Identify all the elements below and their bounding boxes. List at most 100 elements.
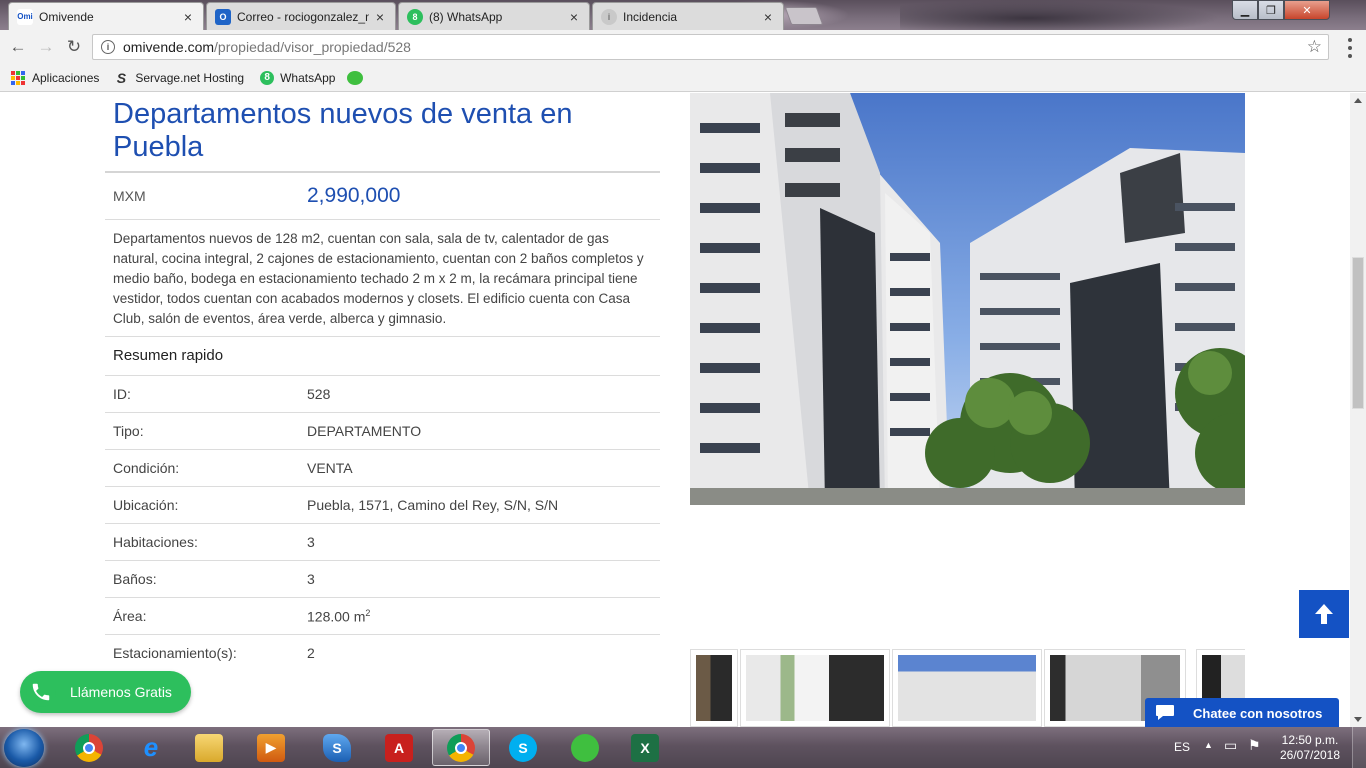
tab-incidencia[interactable]: i Incidencia × <box>592 2 784 30</box>
incidencia-favicon-icon: i <box>601 8 617 25</box>
summary-value: DEPARTAMENTO <box>307 423 422 439</box>
taskbar-media-player[interactable]: ▶ <box>244 729 298 766</box>
summary-label: ID: <box>113 386 131 402</box>
taskbar-internet-explorer[interactable]: e <box>124 729 178 766</box>
thumbnail-2[interactable] <box>740 649 890 727</box>
folder-icon <box>195 733 223 762</box>
internet-explorer-icon: e <box>143 732 159 762</box>
summary-row-estacionamiento: Estacionamiento(s): 2 <box>105 634 660 671</box>
whatsapp-favicon-icon: 8 <box>407 8 423 25</box>
action-center-flag-icon[interactable]: ⚑ <box>1248 737 1261 754</box>
address-bar[interactable]: i omivende.com/propiedad/visor_propiedad… <box>92 34 1329 60</box>
taskbar-chrome-active[interactable] <box>432 729 490 766</box>
bookmark-star-icon[interactable]: ☆ <box>1307 37 1322 57</box>
scroll-up-icon[interactable] <box>1354 98 1362 103</box>
tab-title: (8) WhatsApp <box>429 9 503 24</box>
clock[interactable]: 12:50 p.m. 26/07/2018 <box>1278 733 1342 763</box>
tab-omivende[interactable]: Omi Omivende × <box>8 2 204 30</box>
close-tab-icon[interactable]: × <box>181 9 195 25</box>
close-window-button[interactable]: ✕ <box>1284 0 1330 20</box>
taskbar-skype[interactable]: S <box>496 729 550 766</box>
taskbar-acrobat[interactable]: A <box>372 729 426 766</box>
show-hidden-icons-icon[interactable]: ▲ <box>1204 740 1213 750</box>
excel-icon: X <box>631 733 659 762</box>
taskbar-app-blue[interactable]: S <box>310 729 364 766</box>
clock-date: 26/07/2018 <box>1279 748 1341 762</box>
price-currency: MXM <box>113 188 146 204</box>
taskbar-file-explorer[interactable] <box>182 729 236 766</box>
summary-title: Resumen rapido <box>113 347 224 364</box>
page-content: Departamentos nuevos de venta en Puebla … <box>0 93 1350 727</box>
scroll-down-icon[interactable] <box>1354 717 1362 722</box>
close-tab-icon[interactable]: × <box>373 9 387 25</box>
browser-menu-icon[interactable] <box>1342 38 1358 58</box>
forward-arrow-icon[interactable]: → <box>35 36 57 58</box>
restore-window-button[interactable]: ❐ <box>1258 0 1284 20</box>
reload-icon[interactable]: ↻ <box>63 36 85 58</box>
summary-value: VENTA <box>307 460 353 476</box>
media-player-icon: ▶ <box>257 733 285 762</box>
browser-tab-strip: Omi Omivende × O Correo - rociogonzalez_… <box>0 0 1366 30</box>
tab-title: Omivende <box>39 9 94 24</box>
close-tab-icon[interactable]: × <box>567 9 581 25</box>
bookmark-label: Servage.net Hosting <box>135 70 245 85</box>
summary-value: 3 <box>307 534 315 550</box>
call-free-label: Llámenos Gratis <box>70 684 172 700</box>
omivende-favicon-icon: Omi <box>17 8 33 25</box>
summary-label: Condición: <box>113 460 180 476</box>
skype-icon: S <box>509 733 537 762</box>
summary-label: Baños: <box>113 571 157 587</box>
summary-label: Estacionamiento(s): <box>113 645 237 661</box>
browser-toolbar: ← → ↻ i omivende.com/propiedad/visor_pro… <box>0 30 1366 64</box>
thumbnail-3[interactable] <box>892 649 1042 727</box>
tab-whatsapp[interactable]: 8 (8) WhatsApp × <box>398 2 590 30</box>
bookmark-label: WhatsApp <box>280 70 336 85</box>
chrome-icon <box>75 733 103 762</box>
bookmark-servage[interactable]: S Servage.net Hosting <box>113 70 244 86</box>
property-main-photo[interactable] <box>690 93 1245 505</box>
summary-row-habitaciones: Habitaciones: 3 <box>105 523 660 560</box>
summary-value: 3 <box>307 571 315 587</box>
url-path: /propiedad/visor_propiedad/528 <box>214 39 411 55</box>
bookmark-wechat[interactable] <box>347 70 369 85</box>
area-unit-exponent: 2 <box>365 608 371 618</box>
chat-button[interactable]: Chatee con nosotros <box>1145 698 1339 727</box>
summary-label: Ubicación: <box>113 497 179 513</box>
bookmark-whatsapp[interactable]: 8 WhatsApp <box>260 70 336 85</box>
network-icon[interactable]: ▭ <box>1224 737 1237 754</box>
page-scrollbar[interactable] <box>1350 93 1366 727</box>
summary-value: 528 <box>307 386 331 402</box>
call-free-button[interactable]: Llámenos Gratis <box>20 671 191 713</box>
scroll-to-top-button[interactable] <box>1299 590 1349 638</box>
minimize-window-button[interactable]: ▁ <box>1232 0 1258 20</box>
summary-value: 2 <box>307 645 315 661</box>
taskbar-wechat[interactable] <box>558 729 612 766</box>
url-domain: omivende.com <box>123 39 215 55</box>
bookmarks-bar: Aplicaciones S Servage.net Hosting 8 Wha… <box>0 64 1366 92</box>
taskbar-excel[interactable]: X <box>618 729 672 766</box>
summary-row-id: ID: 528 <box>105 375 660 412</box>
summary-value: 128.00 m2 <box>307 608 370 625</box>
back-arrow-icon[interactable]: ← <box>7 36 29 58</box>
windows-start-button[interactable] <box>4 729 44 767</box>
thumbnail-1[interactable] <box>690 649 738 727</box>
show-desktop-button[interactable] <box>1352 727 1366 768</box>
bookmark-aplicaciones[interactable]: Aplicaciones <box>10 70 99 86</box>
clock-time: 12:50 p.m. <box>1281 733 1339 747</box>
wechat-icon <box>571 733 599 762</box>
tab-correo[interactable]: O Correo - rociogonzalez_n × <box>206 2 396 30</box>
property-description: Departamentos nuevos de 128 m2, cuentan … <box>113 231 644 326</box>
close-tab-icon[interactable]: × <box>761 9 775 25</box>
scrollbar-thumb[interactable] <box>1352 257 1364 409</box>
summary-row-tipo: Tipo: DEPARTAMENTO <box>105 412 660 449</box>
site-info-icon[interactable]: i <box>101 40 115 54</box>
area-value: 128.00 m <box>307 608 366 625</box>
system-tray: ES ▲ ▭ ⚑ 12:50 p.m. 26/07/2018 <box>1168 727 1366 768</box>
language-indicator[interactable]: ES <box>1174 740 1190 754</box>
wechat-icon <box>347 70 364 85</box>
servage-icon: S <box>116 69 127 86</box>
tab-title: Incidencia <box>623 9 678 24</box>
summary-label: Área: <box>113 608 147 624</box>
taskbar-chrome[interactable] <box>62 729 116 766</box>
new-tab-button[interactable] <box>784 7 824 25</box>
